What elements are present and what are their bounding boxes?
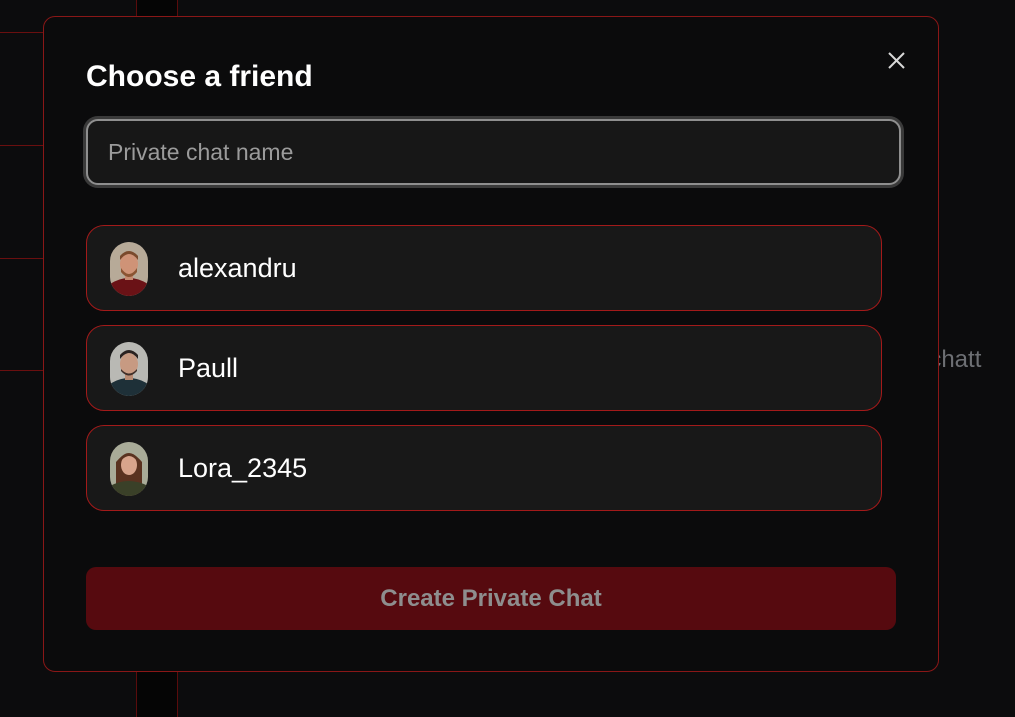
choose-friend-modal: Choose a friend alexandru bbox=[43, 16, 939, 672]
friend-item-paull[interactable]: Paull bbox=[86, 325, 882, 411]
friend-name: alexandru bbox=[178, 253, 297, 283]
friend-item-lora-2345[interactable]: Lora_2345 bbox=[86, 425, 882, 511]
background-divider bbox=[0, 258, 44, 259]
close-icon bbox=[888, 52, 905, 69]
private-chat-name-input[interactable] bbox=[86, 119, 901, 185]
avatar bbox=[110, 442, 148, 496]
friend-item-alexandru[interactable]: alexandru bbox=[86, 225, 882, 311]
friend-name: Paull bbox=[178, 353, 239, 383]
avatar bbox=[110, 342, 148, 396]
modal-title: Choose a friend bbox=[86, 60, 313, 93]
avatar bbox=[110, 242, 148, 296]
background-divider bbox=[0, 145, 44, 146]
background-divider bbox=[0, 32, 44, 33]
friend-list: alexandru Paull Lora_2345 bbox=[86, 225, 882, 525]
background-divider bbox=[0, 370, 44, 371]
friend-name: Lora_2345 bbox=[178, 453, 308, 483]
close-button[interactable] bbox=[882, 47, 910, 75]
create-private-chat-button[interactable]: Create Private Chat bbox=[86, 567, 896, 630]
